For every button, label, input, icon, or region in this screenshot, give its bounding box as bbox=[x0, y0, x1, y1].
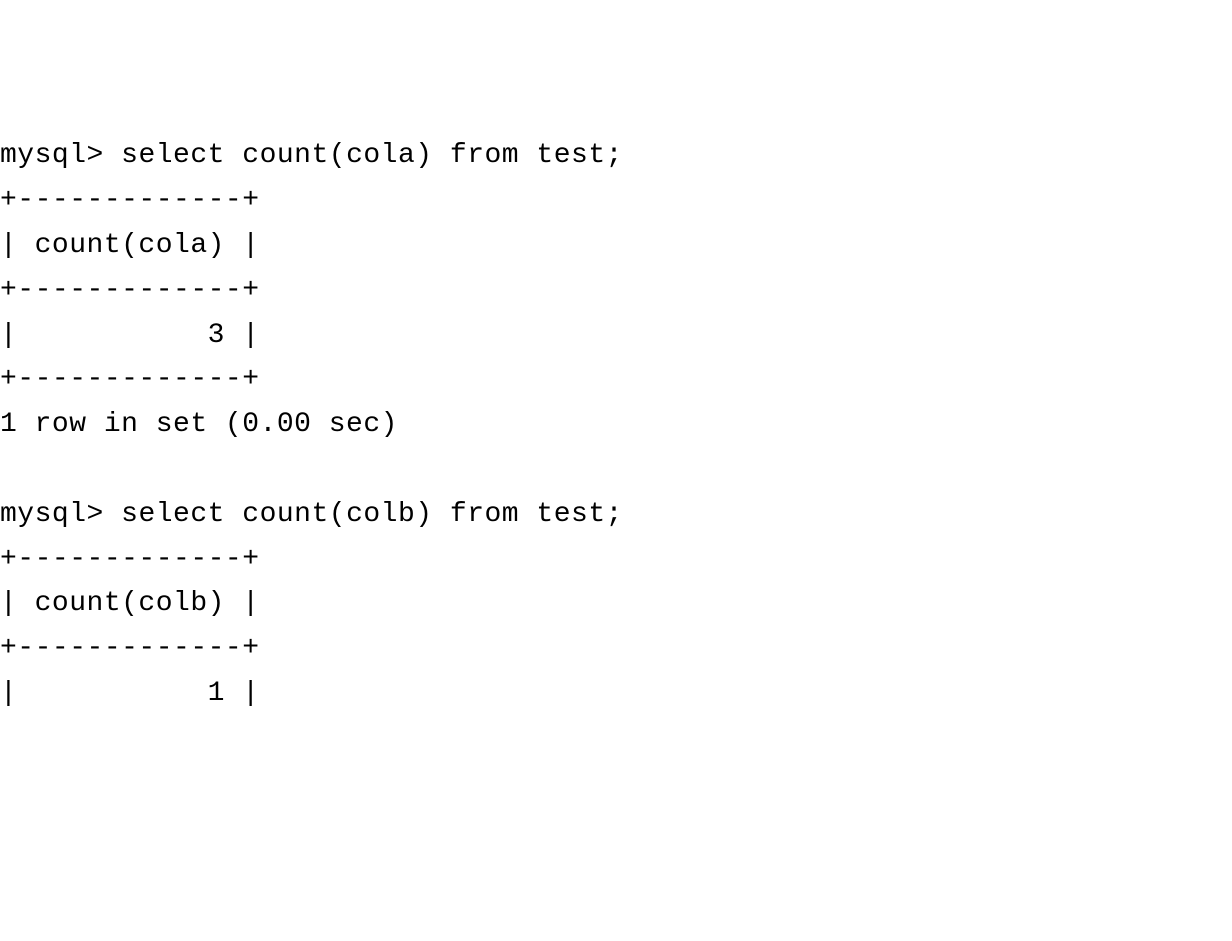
table-value-row-2: | 1 | bbox=[0, 678, 260, 709]
sql-query-1: select count(cola) from test; bbox=[121, 140, 623, 171]
mysql-prompt: mysql> bbox=[0, 499, 104, 530]
result-message-1: 1 row in set (0.00 sec) bbox=[0, 409, 398, 440]
table-border-mid-1: +-------------+ bbox=[0, 275, 260, 306]
table-header-2: | count(colb) | bbox=[0, 588, 260, 619]
table-border-top-2: +-------------+ bbox=[0, 544, 260, 575]
mysql-prompt: mysql> bbox=[0, 140, 104, 171]
table-border-bot-1: +-------------+ bbox=[0, 364, 260, 395]
table-border-mid-2: +-------------+ bbox=[0, 633, 260, 664]
table-border-top-1: +-------------+ bbox=[0, 185, 260, 216]
table-header-1: | count(cola) | bbox=[0, 230, 260, 261]
sql-query-2: select count(colb) from test; bbox=[121, 499, 623, 530]
mysql-terminal: mysql> select count(cola) from test; +--… bbox=[0, 134, 1232, 716]
table-value-row-1: | 3 | bbox=[0, 320, 260, 351]
